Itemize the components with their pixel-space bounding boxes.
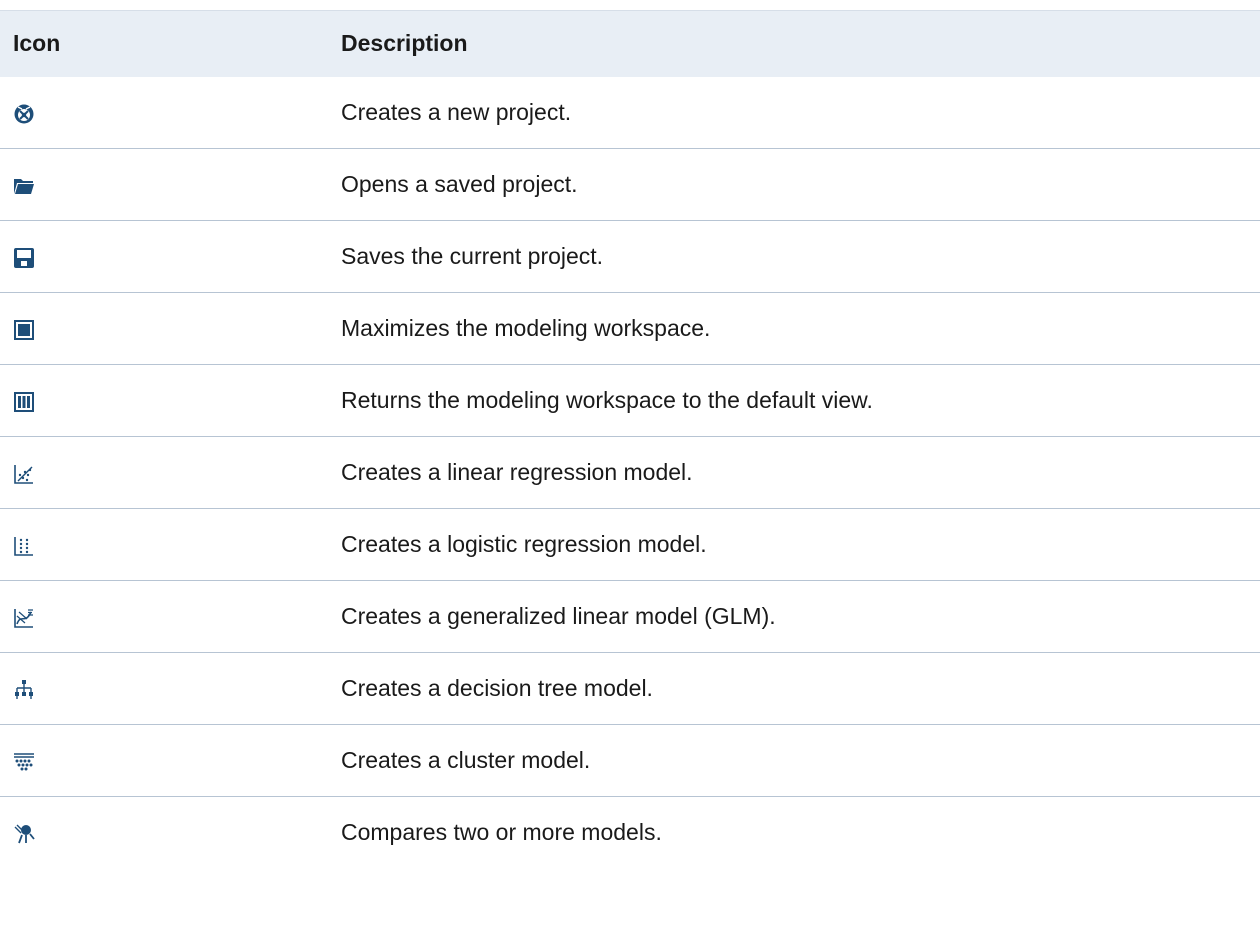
table-row: Maximizes the modeling workspace. <box>0 293 1260 365</box>
table-row: Creates a cluster model. <box>0 725 1260 797</box>
row-description: Creates a logistic regression model. <box>341 531 707 557</box>
cluster-icon <box>13 751 35 773</box>
table-row: Saves the current project. <box>0 221 1260 293</box>
table-row: Creates a generalized linear model (GLM)… <box>0 581 1260 653</box>
table-row: Opens a saved project. <box>0 149 1260 221</box>
table-row: Creates a decision tree model. <box>0 653 1260 725</box>
table-row: Creates a linear regression model. <box>0 437 1260 509</box>
table-row: Compares two or more models. <box>0 797 1260 869</box>
table-row: Creates a logistic regression model. <box>0 509 1260 581</box>
decision-tree-icon <box>13 679 35 701</box>
save-icon <box>13 247 35 269</box>
row-description: Compares two or more models. <box>341 819 662 846</box>
row-description: Maximizes the modeling workspace. <box>341 315 711 341</box>
row-description: Creates a new project. <box>341 98 572 125</box>
header-description: Description <box>341 30 468 57</box>
logistic-regression-icon <box>13 535 35 557</box>
restore-view-icon <box>13 391 35 413</box>
table-header-row: Icon Description <box>0 10 1260 77</box>
row-description: Opens a saved project. <box>341 171 578 197</box>
header-icon: Icon <box>13 30 61 57</box>
icon-reference-table: Icon Description Creates a new project. <box>0 10 1260 869</box>
row-description: Creates a decision tree model. <box>341 675 653 701</box>
table-row: Returns the modeling workspace to the de… <box>0 365 1260 437</box>
table-row: Creates a new project. <box>0 77 1260 149</box>
row-description: Creates a generalized linear model (GLM)… <box>341 603 776 629</box>
maximize-icon <box>13 319 35 341</box>
linear-regression-icon <box>13 463 35 485</box>
row-description: Creates a linear regression model. <box>341 459 693 485</box>
row-description: Returns the modeling workspace to the de… <box>341 387 873 413</box>
folder-open-icon <box>13 175 35 197</box>
row-description: Creates a cluster model. <box>341 747 591 773</box>
compare-models-icon <box>13 823 35 845</box>
glm-icon <box>13 607 35 629</box>
row-description: Saves the current project. <box>341 243 604 269</box>
new-project-icon <box>13 103 35 125</box>
